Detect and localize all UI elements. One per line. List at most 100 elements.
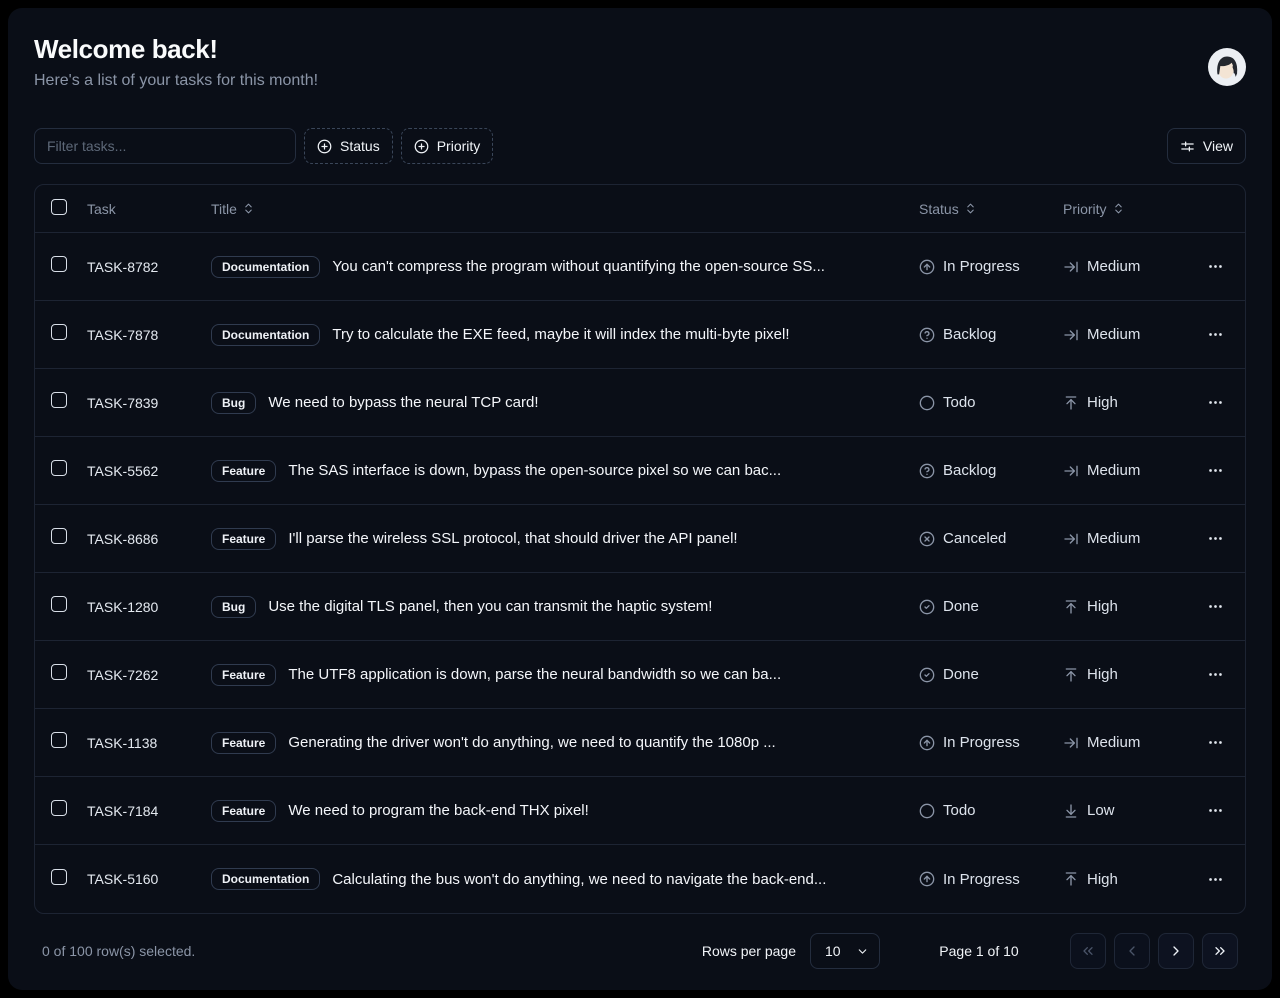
table-row: TASK-5160 Documentation Calculating the …: [35, 845, 1245, 913]
row-checkbox[interactable]: [51, 596, 67, 612]
ellipsis-icon: [1207, 802, 1224, 819]
task-label-badge: Feature: [211, 732, 276, 754]
row-checkbox[interactable]: [51, 324, 67, 340]
task-id: TASK-1138: [87, 735, 211, 751]
ellipsis-icon: [1207, 326, 1224, 343]
circle-arrow-up-icon: [919, 871, 935, 887]
table-body: TASK-8782 Documentation You can't compre…: [35, 233, 1245, 913]
arrow-right-to-line-icon: [1063, 735, 1079, 751]
task-label-badge: Feature: [211, 664, 276, 686]
select-all-checkbox[interactable]: [51, 199, 67, 215]
ellipsis-icon: [1207, 394, 1224, 411]
page-title: Welcome back!: [34, 34, 318, 65]
row-checkbox[interactable]: [51, 528, 67, 544]
selection-count: 0 of 100 row(s) selected.: [42, 943, 195, 959]
arrow-right-to-line-icon: [1063, 259, 1079, 275]
column-header-priority-sort[interactable]: Priority: [1063, 201, 1125, 217]
row-actions-button[interactable]: [1201, 525, 1229, 553]
tasks-table: Task Title Status Pr: [34, 184, 1246, 914]
priority-label: Low: [1087, 802, 1115, 819]
status-label: Backlog: [943, 462, 996, 479]
chevron-right-icon: [1168, 943, 1184, 959]
previous-page-button[interactable]: [1114, 933, 1150, 969]
view-options-button[interactable]: View: [1167, 128, 1246, 164]
priority-filter-button[interactable]: Priority: [401, 128, 494, 164]
row-actions-button[interactable]: [1201, 593, 1229, 621]
row-actions-button[interactable]: [1201, 661, 1229, 689]
chevrons-up-down-icon: [1112, 202, 1125, 215]
row-checkbox[interactable]: [51, 732, 67, 748]
chevron-left-icon: [1124, 943, 1140, 959]
row-checkbox[interactable]: [51, 664, 67, 680]
task-label-badge: Feature: [211, 460, 276, 482]
row-checkbox[interactable]: [51, 800, 67, 816]
task-status-cell: Done: [919, 598, 1063, 615]
user-avatar[interactable]: [1208, 48, 1246, 86]
task-title-cell: Feature The SAS interface is down, bypas…: [211, 460, 919, 482]
ellipsis-icon: [1207, 871, 1224, 888]
task-status-cell: Backlog: [919, 326, 1063, 343]
column-header-title-sort[interactable]: Title: [211, 201, 255, 217]
plus-circle-icon: [414, 139, 429, 154]
task-id: TASK-5160: [87, 871, 211, 887]
status-label: Todo: [943, 394, 976, 411]
circle-icon: [919, 803, 935, 819]
task-status-cell: Backlog: [919, 462, 1063, 479]
table-row: TASK-1280 Bug Use the digital TLS panel,…: [35, 573, 1245, 641]
task-id: TASK-7184: [87, 803, 211, 819]
task-title-cell: Documentation Calculating the bus won't …: [211, 868, 919, 890]
first-page-button[interactable]: [1070, 933, 1106, 969]
row-checkbox[interactable]: [51, 460, 67, 476]
task-priority-cell: High: [1063, 871, 1195, 888]
status-label: Todo: [943, 802, 976, 819]
table-toolbar: Status Priority View: [34, 128, 1246, 164]
task-title-cell: Feature The UTF8 application is down, pa…: [211, 664, 919, 686]
row-actions-button[interactable]: [1201, 797, 1229, 825]
task-title: The UTF8 application is down, parse the …: [288, 666, 781, 683]
circle-icon: [919, 395, 935, 411]
row-actions-button[interactable]: [1201, 321, 1229, 349]
row-actions-button[interactable]: [1201, 389, 1229, 417]
task-title: We need to program the back-end THX pixe…: [288, 802, 588, 819]
task-status-cell: Canceled: [919, 530, 1063, 547]
status-filter-button[interactable]: Status: [304, 128, 393, 164]
task-priority-cell: Medium: [1063, 462, 1195, 479]
next-page-button[interactable]: [1158, 933, 1194, 969]
row-checkbox[interactable]: [51, 869, 67, 885]
status-label: In Progress: [943, 734, 1020, 751]
row-checkbox[interactable]: [51, 256, 67, 272]
priority-label: High: [1087, 666, 1118, 683]
chevrons-up-down-icon: [964, 202, 977, 215]
table-row: TASK-7184 Feature We need to program the…: [35, 777, 1245, 845]
task-status-cell: In Progress: [919, 734, 1063, 751]
status-label: In Progress: [943, 258, 1020, 275]
arrow-down-to-line-icon: [1063, 803, 1079, 819]
row-actions-button[interactable]: [1201, 729, 1229, 757]
rows-per-page-select[interactable]: 10: [810, 933, 880, 969]
last-page-button[interactable]: [1202, 933, 1238, 969]
task-status-cell: In Progress: [919, 258, 1063, 275]
priority-label: High: [1087, 598, 1118, 615]
priority-label: High: [1087, 871, 1118, 888]
circle-check-icon: [919, 599, 935, 615]
table-row: TASK-7878 Documentation Try to calculate…: [35, 301, 1245, 369]
avatar-image: [1208, 48, 1246, 86]
row-checkbox[interactable]: [51, 392, 67, 408]
rows-per-page-label: Rows per page: [702, 943, 796, 959]
circle-arrow-up-icon: [919, 735, 935, 751]
task-priority-cell: Medium: [1063, 326, 1195, 343]
row-actions-button[interactable]: [1201, 865, 1229, 893]
ellipsis-icon: [1207, 598, 1224, 615]
column-header-status-sort[interactable]: Status: [919, 201, 977, 217]
task-title: You can't compress the program without q…: [332, 258, 825, 275]
table-footer: 0 of 100 row(s) selected. Rows per page …: [34, 933, 1246, 969]
row-actions-button[interactable]: [1201, 457, 1229, 485]
task-status-cell: In Progress: [919, 871, 1063, 888]
page-info: Page 1 of 10: [924, 943, 1034, 959]
filter-tasks-input[interactable]: [34, 128, 296, 164]
task-priority-cell: High: [1063, 666, 1195, 683]
status-label: Canceled: [943, 530, 1006, 547]
status-label: Done: [943, 666, 979, 683]
row-actions-button[interactable]: [1201, 253, 1229, 281]
task-title-cell: Bug We need to bypass the neural TCP car…: [211, 392, 919, 414]
